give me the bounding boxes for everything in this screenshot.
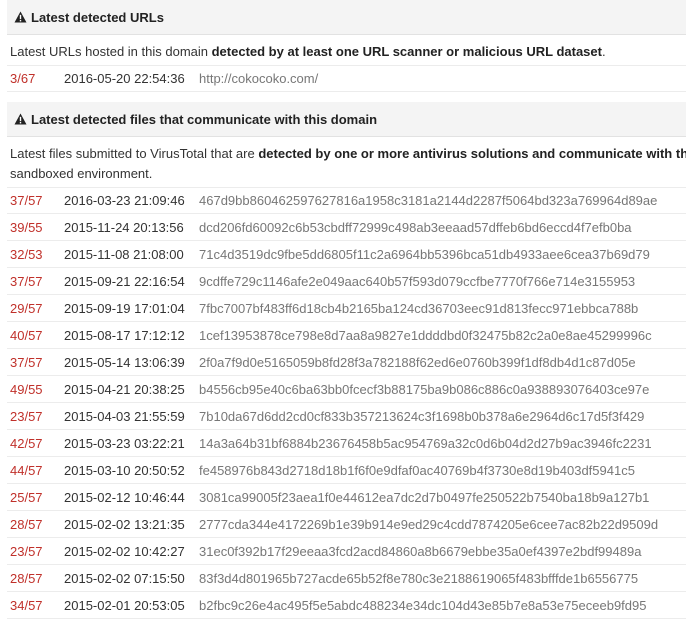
section-title: Latest detected files that communicate w… — [31, 111, 378, 127]
table-row: 49/55 2015-04-21 20:38:25 b4556cb95e40c6ba… — [7, 376, 686, 403]
files-table: 37/57 2016-03-23 21:09:46 467d9bb860462597… — [7, 187, 686, 619]
detection-ratio: 28/57 — [10, 570, 43, 586]
table-row: 37/57 2015-05-14 13:06:39 2f0a7f9d0e516505… — [7, 349, 686, 376]
scan-date: 2015-02-02 13:21:35 — [64, 516, 185, 532]
file-hash-link[interactable]: 3081ca99005f23aea1f0e44612ea7dc2d7b0497f… — [199, 490, 649, 505]
file-hash-link[interactable]: 9cdffe729c1146afe2e049aac640b57f593d079c… — [199, 274, 635, 289]
section-description: Latest files submitted to VirusTotal tha… — [10, 146, 686, 181]
scan-date: 2015-04-03 21:55:59 — [64, 408, 185, 424]
table-row: 28/57 2015-02-02 13:21:35 2777cda344e41722… — [7, 511, 686, 538]
file-hash-link[interactable]: fe458976b843d2718d18b1f6f0e9dfaf0ac40769… — [199, 463, 635, 478]
table-row: 23/57 2015-04-03 21:55:59 7b10da67d6dd2cd0… — [7, 403, 686, 430]
table-row: 28/57 2015-02-02 07:15:50 83f3d4d801965b72… — [7, 565, 686, 592]
detection-ratio: 37/57 — [10, 193, 43, 208]
table-row: 37/57 2015-09-21 22:16:54 9cdffe729c1146af… — [7, 268, 686, 295]
file-hash-link[interactable]: 2777cda344e4172269b1e39b914e9ed29c4cdd78… — [199, 517, 658, 532]
table-row: 29/57 2015-09-19 17:01:04 7fbc7007bf483ff6… — [7, 295, 686, 322]
files-section: Latest detected files that communicate w… — [0, 102, 686, 619]
detection-ratio: 37/57 — [10, 273, 43, 289]
urls-section: Latest detected URLs Latest URLs hosted … — [0, 0, 686, 92]
section-description: Latest URLs hosted in this domain detect… — [10, 44, 606, 59]
file-hash-link[interactable]: b2fbc9c26e4ac495f5e5abdc488234e34dc104d4… — [199, 598, 646, 613]
table-row: 44/57 2015-03-10 20:50:52 fe458976b843d271… — [7, 457, 686, 484]
table-row: 3/67 2016-05-20 22:54:36 http://cokocoko… — [7, 65, 686, 92]
detection-ratio: 29/57 — [10, 300, 43, 316]
detection-ratio: 37/57 — [10, 354, 43, 370]
scan-date: 2015-03-10 20:50:52 — [64, 462, 185, 478]
scan-date: 2015-08-17 17:12:12 — [64, 327, 185, 343]
scan-date: 2015-02-12 10:46:44 — [64, 489, 185, 505]
warning-icon — [14, 11, 27, 23]
detection-ratio: 32/53 — [10, 246, 43, 262]
detection-ratio: 44/57 — [10, 462, 43, 478]
detection-ratio: 23/57 — [10, 543, 43, 559]
table-row: 32/53 2015-11-08 21:08:00 71c4d3519dc9fbe5… — [7, 241, 686, 268]
section-header-urls: Latest detected URLs — [7, 0, 686, 35]
table-row: 40/57 2015-08-17 17:12:12 1cef13953878ce79… — [7, 322, 686, 349]
section-title: Latest detected URLs — [31, 9, 164, 25]
detection-ratio: 3/67 — [10, 71, 36, 86]
table-row: 39/55 2015-11-24 20:13:56 dcd206fd60092c6b… — [7, 214, 686, 241]
table-row: 23/57 2015-02-02 10:42:27 31ec0f392b17f29e… — [7, 538, 686, 565]
scan-date: 2015-02-02 07:15:50 — [64, 570, 185, 586]
scan-date: 2015-04-21 20:38:25 — [64, 381, 185, 397]
scan-date: 2015-05-14 13:06:39 — [64, 354, 185, 370]
scan-date: 2016-05-20 22:54:36 — [64, 71, 185, 86]
table-row: 25/57 2015-02-12 10:46:44 3081ca99005f23ae… — [7, 484, 686, 511]
file-hash-link[interactable]: 31ec0f392b17f29eeaa3fcd2acd84860a8b6679e… — [199, 544, 641, 559]
file-hash-link[interactable]: dcd206fd60092c6b53cbdff72999c498ab3eeaad… — [199, 220, 632, 235]
file-hash-link[interactable]: 14a3a64b31bf6884b23676458b5ac954769a32c0… — [199, 436, 652, 451]
scan-date: 2015-11-24 20:13:56 — [64, 219, 184, 235]
file-hash-link[interactable]: 71c4d3519dc9fbe5dd6805f11c2a6964bb5396bc… — [199, 247, 650, 262]
urls-table: 3/67 2016-05-20 22:54:36 http://cokocoko… — [7, 65, 686, 92]
scan-date: 2015-09-21 22:16:54 — [64, 273, 185, 289]
file-hash-link[interactable]: b4556cb95e40c6ba63bb0fcecf3b88175ba9b086… — [199, 382, 649, 397]
file-hash-link[interactable]: 7b10da67d6dd2cd0cf833b357213624c3f1698b0… — [199, 409, 644, 424]
file-hash-link[interactable]: 2f0a7f9d0e5165059b8fd28f3a782188f62ed6e0… — [199, 355, 636, 370]
table-row: 42/57 2015-03-23 03:22:21 14a3a64b31bf6884… — [7, 430, 686, 457]
detection-ratio: 39/55 — [10, 219, 43, 235]
warning-icon — [14, 113, 27, 125]
scan-date: 2015-03-23 03:22:21 — [64, 435, 185, 451]
file-hash-link[interactable]: 1cef13953878ce798e8d7aa8a9827e1ddddbd0f3… — [199, 328, 652, 343]
detection-ratio: 34/57 — [10, 597, 43, 613]
scan-date: 2016-03-23 21:09:46 — [64, 193, 185, 208]
table-row: 34/57 2015-02-01 20:53:05 b2fbc9c26e4ac495… — [7, 592, 686, 619]
scan-date: 2015-11-08 21:08:00 — [64, 246, 184, 262]
file-hash-link[interactable]: 83f3d4d801965b727acde65b52f8e780c3e21886… — [199, 571, 638, 586]
detection-ratio: 23/57 — [10, 408, 43, 424]
detection-ratio: 25/57 — [10, 489, 43, 505]
scan-date: 2015-02-01 20:53:05 — [64, 597, 185, 613]
file-hash-link[interactable]: 467d9bb860462597627816a1958c3181a2144d22… — [199, 193, 657, 208]
section-header-files: Latest detected files that communicate w… — [7, 102, 686, 137]
detection-ratio: 42/57 — [10, 435, 43, 451]
url-link[interactable]: http://cokocoko.com/ — [199, 71, 318, 86]
file-hash-link[interactable]: 7fbc7007bf483ff6d18cb4b2165ba124cd36703e… — [199, 301, 638, 316]
detection-ratio: 40/57 — [10, 327, 43, 343]
detection-ratio: 49/55 — [10, 381, 43, 397]
detection-ratio: 28/57 — [10, 516, 43, 532]
scan-date: 2015-09-19 17:01:04 — [64, 300, 185, 316]
scan-date: 2015-02-02 10:42:27 — [64, 543, 185, 559]
table-row: 37/57 2016-03-23 21:09:46 467d9bb860462597… — [7, 187, 686, 214]
